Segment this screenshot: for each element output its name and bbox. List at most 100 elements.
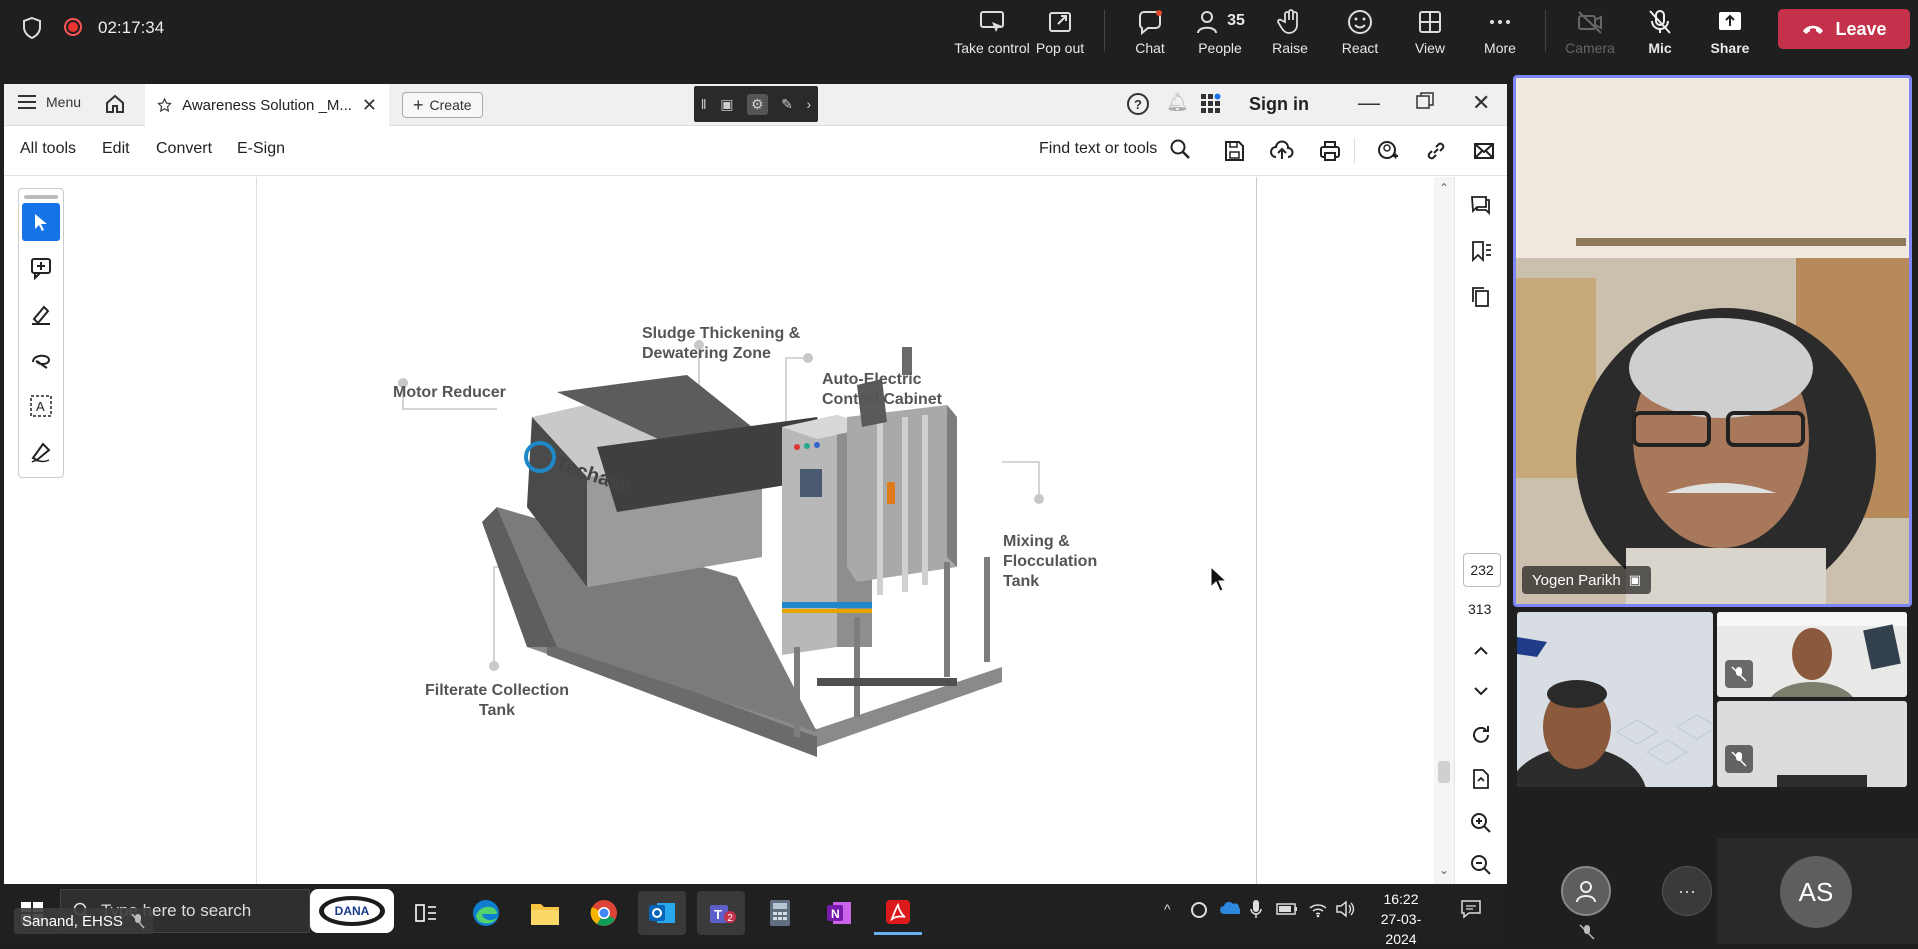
mic-button[interactable]: Mic — [1620, 4, 1700, 60]
pin-icon[interactable]: ✎ — [781, 96, 793, 113]
edge-browser-icon[interactable] — [462, 891, 510, 935]
clock-date: 27-03-2024 — [1380, 911, 1422, 947]
bell-icon[interactable]: 🔔︎ — [1166, 92, 1189, 113]
participant-video-3 — [1717, 701, 1907, 787]
page-fit-icon[interactable] — [1469, 767, 1493, 791]
vertical-scrollbar[interactable]: ⌃ ⌄ — [1434, 177, 1454, 884]
sign-pen-icon[interactable] — [22, 433, 60, 471]
print-icon[interactable] — [1318, 139, 1342, 163]
wifi-icon[interactable] — [1308, 900, 1328, 923]
people-button[interactable]: 35 People — [1180, 4, 1260, 60]
comments-icon[interactable] — [1469, 193, 1493, 217]
dana-logo-icon[interactable]: DANA — [310, 889, 394, 933]
chat-button[interactable]: Chat — [1110, 4, 1190, 60]
battery-icon[interactable] — [1276, 902, 1298, 921]
page-number-input[interactable]: 232 — [1463, 553, 1501, 587]
help-icon[interactable]: ? — [1127, 93, 1149, 115]
volume-icon[interactable] — [1335, 900, 1355, 923]
cloud-upload-icon[interactable] — [1270, 139, 1294, 163]
more-button[interactable]: More — [1460, 4, 1540, 60]
quick-tools-rail: A — [18, 188, 64, 478]
scroll-thumb[interactable] — [1438, 761, 1450, 783]
next-page-icon[interactable] — [1469, 679, 1493, 703]
calculator-icon[interactable] — [756, 891, 804, 935]
pages-icon[interactable] — [1469, 285, 1493, 309]
share-user-icon[interactable] — [1376, 139, 1400, 163]
drag-handle-icon[interactable]: ‖ — [701, 96, 707, 112]
camera-button[interactable]: Camera — [1550, 4, 1630, 60]
sign-in-button[interactable]: Sign in — [1249, 94, 1309, 115]
previous-page-icon[interactable] — [1469, 639, 1493, 663]
raise-label: Raise — [1272, 40, 1308, 56]
highlight-pen-icon[interactable] — [22, 295, 60, 333]
pop-out-button[interactable]: Pop out — [1020, 4, 1100, 60]
active-speaker-video[interactable]: Yogen Parikh ▣ — [1513, 75, 1912, 607]
participant-tile-3[interactable] — [1717, 701, 1907, 787]
apps-grid-icon[interactable] — [1200, 93, 1222, 120]
text-box-icon[interactable]: A — [22, 387, 60, 425]
add-comment-icon[interactable] — [22, 249, 60, 287]
leave-button[interactable]: Leave — [1778, 9, 1910, 49]
all-tools-tab[interactable]: All tools — [20, 140, 76, 158]
user-avatar-button[interactable] — [1561, 866, 1611, 916]
more-icon — [1490, 20, 1510, 24]
bookmarks-icon[interactable] — [1469, 239, 1493, 263]
participant-tile-2[interactable] — [1717, 612, 1907, 697]
participant-tile-1[interactable] — [1517, 612, 1713, 787]
minimize-icon[interactable]: — — [1358, 90, 1380, 116]
save-icon[interactable] — [1222, 139, 1246, 163]
scroll-down-icon[interactable]: ⌄ — [1439, 863, 1449, 877]
draw-freehand-icon[interactable] — [22, 341, 60, 379]
star-icon[interactable] — [157, 95, 172, 115]
edit-tab[interactable]: Edit — [102, 140, 130, 158]
teams-icon[interactable]: T2 — [697, 891, 745, 935]
email-icon[interactable] — [1472, 139, 1496, 163]
home-icon[interactable] — [104, 93, 126, 120]
scroll-up-icon[interactable]: ⌃ — [1439, 181, 1449, 195]
callout-sludge-line2: Dewatering Zone — [642, 345, 771, 362]
onenote-icon[interactable]: N — [815, 891, 863, 935]
zoom-in-icon[interactable] — [1469, 811, 1493, 835]
more-participants-button[interactable]: ··· — [1662, 866, 1712, 916]
notifications-icon[interactable] — [1460, 899, 1482, 924]
chevron-right-icon[interactable]: › — [807, 96, 812, 112]
document-tab[interactable]: Awareness Solution _M... ✕ — [145, 84, 389, 126]
menu-button[interactable]: Menu — [18, 94, 81, 110]
chat-label: Chat — [1135, 40, 1165, 56]
settings-gear-icon[interactable]: ⚙ — [747, 93, 768, 115]
record-tray-icon[interactable] — [1191, 902, 1207, 918]
find-label: Find text or tools — [1039, 140, 1158, 157]
mic-off-icon — [1725, 745, 1753, 773]
create-button[interactable]: + Create — [402, 92, 483, 118]
svg-text:DANA: DANA — [335, 904, 370, 918]
onedrive-icon[interactable] — [1220, 901, 1242, 920]
find-tools-button[interactable]: Find text or tools — [1039, 138, 1191, 160]
clock-time: 16:22 — [1383, 891, 1419, 907]
raise-hand-button[interactable]: Raise — [1250, 4, 1330, 60]
tray-chevron-icon[interactable]: ^ — [1164, 901, 1171, 917]
outlook-icon[interactable] — [638, 891, 686, 935]
view-button[interactable]: View — [1390, 4, 1470, 60]
zoom-out-icon[interactable] — [1469, 853, 1493, 877]
pop-out-label: Pop out — [1035, 40, 1085, 56]
smile-icon — [1348, 10, 1372, 34]
select-tool-icon[interactable] — [22, 203, 60, 241]
share-button[interactable]: Share — [1690, 4, 1770, 60]
link-icon[interactable] — [1424, 139, 1448, 163]
rail-grip[interactable] — [24, 195, 58, 199]
recording-icon — [64, 18, 82, 36]
chrome-icon[interactable] — [580, 891, 628, 935]
clock[interactable]: 16:22 27-03-2024 — [1366, 889, 1436, 949]
file-explorer-icon[interactable] — [521, 891, 569, 935]
restore-icon[interactable] — [1416, 92, 1434, 115]
rotate-icon[interactable] — [1469, 723, 1493, 747]
screen-annotate-icon[interactable]: ▣ — [720, 96, 733, 113]
task-view-icon[interactable] — [402, 891, 450, 935]
close-tab-icon[interactable]: ✕ — [362, 95, 377, 116]
convert-tab[interactable]: Convert — [156, 140, 212, 158]
microphone-tray-icon[interactable] — [1250, 899, 1262, 924]
esign-tab[interactable]: E-Sign — [237, 140, 285, 158]
close-window-icon[interactable]: ✕ — [1472, 90, 1490, 116]
react-button[interactable]: React — [1320, 4, 1400, 60]
acrobat-icon[interactable] — [874, 891, 922, 935]
